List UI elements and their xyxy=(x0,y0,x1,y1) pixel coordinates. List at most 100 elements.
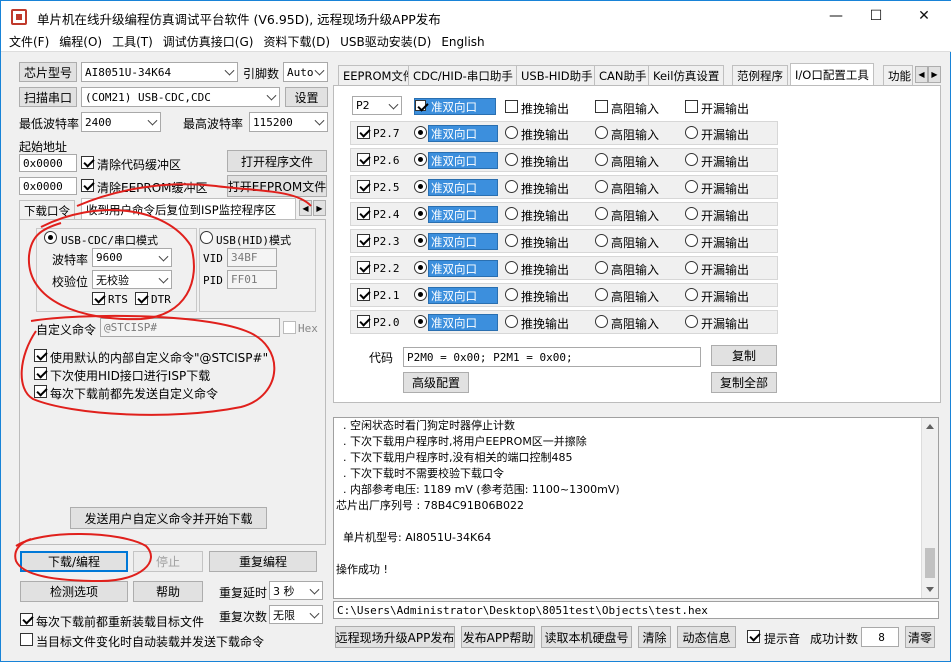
pin-enable-checkbox[interactable] xyxy=(357,261,370,274)
beep-checkbox[interactable] xyxy=(747,630,760,643)
download-program-button[interactable]: 下载/编程 xyxy=(20,551,128,572)
stop-button[interactable]: 停止 xyxy=(133,551,203,572)
pin-mode-push-pull-radio[interactable] xyxy=(505,315,518,328)
dtr-checkbox[interactable] xyxy=(135,292,148,305)
menu-english[interactable]: English xyxy=(441,35,484,49)
tab-functions[interactable]: 功能 xyxy=(883,65,913,85)
tab-cdc-hid-serial[interactable]: CDC/HID-串口助手 xyxy=(408,65,518,85)
pin-mode-high-z-radio[interactable] xyxy=(595,315,608,328)
reset-count-button[interactable]: 清零 xyxy=(905,626,935,648)
clear-eeprom-checkbox[interactable] xyxy=(81,179,94,192)
log-scrollbar[interactable] xyxy=(921,418,938,598)
all-quasi-checkbox[interactable] xyxy=(415,100,426,111)
title-bar[interactable]: 单片机在线升级编程仿真调试平台软件 (V6.95D), 远程现场升级APP发布 … xyxy=(1,1,951,32)
code-address-input[interactable]: 0x0000 xyxy=(19,154,77,172)
hid-next-checkbox[interactable] xyxy=(34,367,47,380)
pin-mode-push-pull-radio[interactable] xyxy=(505,207,518,220)
reload-target-checkbox[interactable] xyxy=(20,613,33,626)
open-eeprom-file-button[interactable]: 打开EEPROM文件 xyxy=(227,175,327,197)
tab-keil-sim[interactable]: Keil仿真设置 xyxy=(648,65,725,85)
pin-mode-high-z-radio[interactable] xyxy=(595,234,608,247)
pin-mode-quasi-radio[interactable] xyxy=(414,180,427,193)
pin-mode-push-pull-radio[interactable] xyxy=(505,234,518,247)
publish-app-help-button[interactable]: 发布APP帮助 xyxy=(461,626,535,648)
output-log[interactable]: . 空闲状态时看门狗定时器停止计数 . 下次下载用户程序时,将用户EEPROM区… xyxy=(333,417,939,599)
close-button[interactable]: ✕ xyxy=(901,1,947,32)
all-high-z-checkbox[interactable] xyxy=(595,100,608,113)
pin-mode-push-pull-radio[interactable] xyxy=(505,261,518,274)
pin-enable-checkbox[interactable] xyxy=(357,288,370,301)
usb-cdc-radio[interactable] xyxy=(44,231,57,244)
remote-upgrade-publish-button[interactable]: 远程现场升级APP发布 xyxy=(335,626,455,648)
tab-scroll-right-icon[interactable]: ▶ xyxy=(313,200,326,216)
pin-mode-push-pull-radio[interactable] xyxy=(505,288,518,301)
tab-download-password[interactable]: 下载口令 xyxy=(19,200,75,220)
advanced-config-button[interactable]: 高级配置 xyxy=(403,372,469,393)
tab-scroll-left-icon[interactable]: ◀ xyxy=(299,200,312,216)
pin-mode-quasi-radio[interactable] xyxy=(414,315,427,328)
pid-input[interactable]: FF01 xyxy=(227,270,277,289)
clear-code-checkbox[interactable] xyxy=(81,156,94,169)
pin-mode-high-z-radio[interactable] xyxy=(595,207,608,220)
read-disk-id-button[interactable]: 读取本机硬盘号 xyxy=(541,626,632,648)
pin-mode-quasi-radio[interactable] xyxy=(414,207,427,220)
pin-count-select[interactable]: Auto xyxy=(283,62,328,82)
pin-enable-checkbox[interactable] xyxy=(357,180,370,193)
pin-enable-checkbox[interactable] xyxy=(357,315,370,328)
tab-scroll-left-icon[interactable]: ◀ xyxy=(915,66,928,83)
chip-model-button[interactable]: 芯片型号 xyxy=(19,62,77,82)
pin-mode-open-drain-radio[interactable] xyxy=(685,315,698,328)
tab-scroll-right-icon[interactable]: ▶ xyxy=(928,66,941,83)
pin-mode-quasi-radio[interactable] xyxy=(414,288,427,301)
help-button[interactable]: 帮助 xyxy=(133,581,203,602)
custom-command-input[interactable]: @STCISP# xyxy=(100,318,280,337)
menu-tools[interactable]: 工具(T) xyxy=(112,33,153,50)
repeat-delay-select[interactable]: 3 秒 xyxy=(269,581,323,600)
pin-mode-open-drain-radio[interactable] xyxy=(685,126,698,139)
pin-mode-open-drain-radio[interactable] xyxy=(685,261,698,274)
pin-mode-open-drain-radio[interactable] xyxy=(685,153,698,166)
pin-enable-checkbox[interactable] xyxy=(357,153,370,166)
pin-mode-high-z-radio[interactable] xyxy=(595,288,608,301)
scan-port-button[interactable]: 扫描串口 xyxy=(19,87,77,107)
pin-mode-quasi-radio[interactable] xyxy=(414,234,427,247)
target-file-path[interactable]: C:\Users\Administrator\Desktop\8051test\… xyxy=(333,601,939,619)
scroll-thumb[interactable] xyxy=(925,548,935,578)
pin-enable-checkbox[interactable] xyxy=(357,207,370,220)
pin-mode-open-drain-radio[interactable] xyxy=(685,180,698,193)
scroll-up-icon[interactable] xyxy=(926,424,934,429)
tab-examples[interactable]: 范例程序 xyxy=(732,65,788,85)
max-baud-select[interactable]: 115200 xyxy=(249,112,328,132)
menu-program[interactable]: 编程(O) xyxy=(59,33,102,50)
parity-select[interactable]: 无校验 xyxy=(92,270,172,289)
baud-select[interactable]: 9600 xyxy=(92,248,172,267)
repeat-program-button[interactable]: 重复编程 xyxy=(209,551,317,572)
default-command-checkbox[interactable] xyxy=(34,349,47,362)
code-output[interactable]: P2M0 = 0x00; P2M1 = 0x00; xyxy=(403,347,701,367)
pin-mode-push-pull-radio[interactable] xyxy=(505,126,518,139)
open-program-file-button[interactable]: 打开程序文件 xyxy=(227,150,327,172)
pin-mode-quasi-radio[interactable] xyxy=(414,126,427,139)
all-open-drain-checkbox[interactable] xyxy=(685,100,698,113)
pin-mode-high-z-radio[interactable] xyxy=(595,153,608,166)
maximize-button[interactable]: ☐ xyxy=(853,1,899,32)
clear-log-button[interactable]: 清除 xyxy=(638,626,671,648)
menu-debug[interactable]: 调试仿真接口(G) xyxy=(163,33,254,50)
pin-mode-quasi-radio[interactable] xyxy=(414,153,427,166)
settings-button[interactable]: 设置 xyxy=(285,87,328,107)
rts-checkbox[interactable] xyxy=(92,292,105,305)
chip-model-select[interactable]: AI8051U-34K64 xyxy=(81,62,238,82)
tab-usb-hid[interactable]: USB-HID助手 xyxy=(516,65,598,85)
pin-mode-push-pull-radio[interactable] xyxy=(505,153,518,166)
tab-can[interactable]: CAN助手 xyxy=(594,65,652,85)
copy-button[interactable]: 复制 xyxy=(711,345,777,366)
send-command-download-button[interactable]: 发送用户自定义命令并开始下载 xyxy=(70,507,267,529)
dynamic-info-button[interactable]: 动态信息 xyxy=(677,626,736,648)
pin-enable-checkbox[interactable] xyxy=(357,234,370,247)
port-select[interactable]: (COM21) USB-CDC,CDC xyxy=(81,87,280,107)
copy-all-button[interactable]: 复制全部 xyxy=(711,372,777,393)
pin-mode-high-z-radio[interactable] xyxy=(595,126,608,139)
usb-hid-radio[interactable] xyxy=(200,231,213,244)
menu-usb-driver[interactable]: USB驱动安装(D) xyxy=(340,33,431,50)
tab-reset-to-isp[interactable]: 收到用户命令后复位到ISP监控程序区 xyxy=(81,198,296,220)
